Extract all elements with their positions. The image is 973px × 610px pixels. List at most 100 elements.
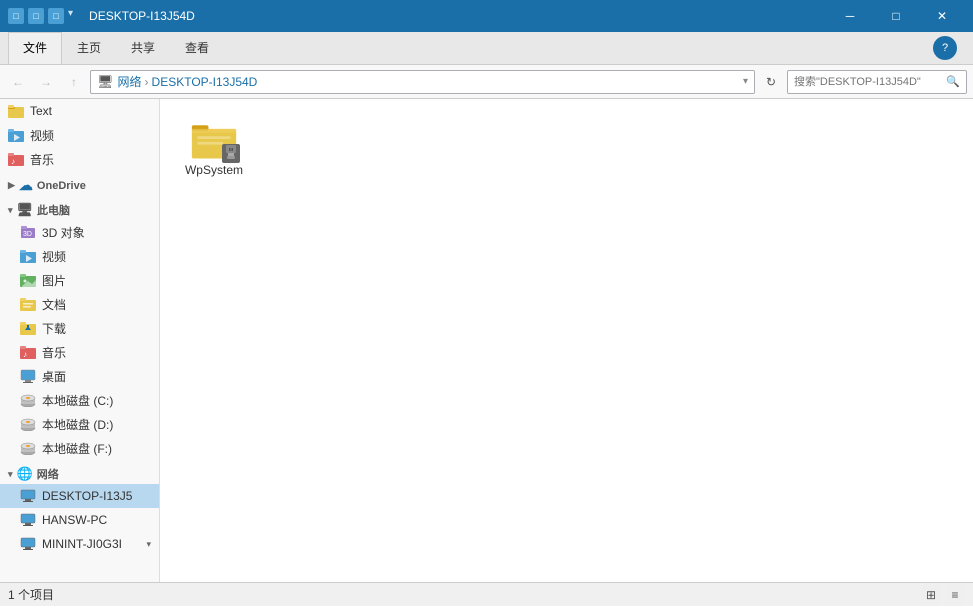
diskf-icon — [20, 440, 36, 456]
network-icon: 🌐 — [17, 466, 33, 482]
video-icon-1 — [8, 127, 24, 143]
sidebar-label-music2: 音乐 — [42, 344, 66, 361]
sidebar-item-downloads[interactable]: 下载 — [0, 316, 159, 340]
title-bar: □ □ □ ▾ DESKTOP-I13J54D ─ □ ✕ — [0, 0, 973, 32]
app-icon-3: □ — [48, 8, 64, 24]
address-bar: ← → ↑ 🖥 网络 › DESKTOP-I13J54D ▾ ↻ 🔍 — [0, 65, 973, 99]
back-button[interactable]: ← — [6, 70, 30, 94]
path-computer-icon: 🖥 — [97, 74, 114, 90]
close-button[interactable]: ✕ — [919, 0, 965, 32]
folder-item-wpsystem[interactable]: WpSystem — [174, 113, 254, 183]
music-icon-1: ♪ — [8, 151, 24, 167]
sidebar-item-diskc[interactable]: 本地磁盘 (C:) — [0, 388, 159, 412]
sidebar-item-documents[interactable]: 文档 — [0, 292, 159, 316]
window-title: DESKTOP-I13J54D — [89, 9, 827, 23]
sidebar-section-thispc[interactable]: ▾ 🖥 此电脑 — [0, 196, 159, 220]
title-bar-arrow: ▾ — [68, 8, 73, 24]
wpsystem-icon-wrap — [190, 119, 238, 161]
search-input[interactable] — [794, 76, 946, 88]
sidebar-item-desktop[interactable]: 桌面 — [0, 364, 159, 388]
sidebar-label-diskd: 本地磁盘 (D:) — [42, 416, 113, 433]
minimize-button[interactable]: ─ — [827, 0, 873, 32]
svg-text:♪: ♪ — [11, 157, 15, 166]
wpsystem-label: WpSystem — [185, 163, 243, 177]
tab-file[interactable]: 文件 — [8, 32, 62, 64]
sidebar-item-video1[interactable]: 视频 — [0, 123, 159, 147]
main-layout: Text 视频 ♪ 音乐 — [0, 99, 973, 582]
status-count: 1 个项目 — [8, 586, 54, 603]
sidebar-item-minint[interactable]: MININT-JI0G3I ▾ — [0, 532, 159, 556]
sidebar-label-music1: 音乐 — [30, 151, 54, 168]
sidebar-label-minint: MININT-JI0G3I — [42, 537, 122, 551]
sidebar-label-desktop-i13j54d: DESKTOP-I13J5 — [42, 489, 132, 503]
sidebar-label-pictures: 图片 — [42, 272, 66, 289]
sidebar-item-text[interactable]: Text — [0, 99, 159, 123]
sidebar-label-video2: 视频 — [42, 248, 66, 265]
video-icon-2 — [20, 248, 36, 264]
path-desktop[interactable]: DESKTOP-I13J54D — [152, 75, 258, 89]
svg-text:3D: 3D — [23, 231, 32, 238]
sidebar-item-video2[interactable]: 视频 — [0, 244, 159, 268]
sidebar-section-onedrive[interactable]: ▶ ☁ OneDrive — [0, 171, 159, 196]
sidebar-item-hansw-pc[interactable]: HANSW-PC — [0, 508, 159, 532]
help-button[interactable]: ? — [933, 36, 957, 60]
sidebar-item-desktop-i13j54d[interactable]: DESKTOP-I13J5 — [0, 484, 159, 508]
network-arrow: ▾ — [8, 469, 13, 480]
tab-share[interactable]: 共享 — [116, 32, 170, 64]
sidebar-label-diskc: 本地磁盘 (C:) — [42, 392, 113, 409]
app-icon-1: □ — [8, 8, 24, 24]
search-icon[interactable]: 🔍 — [946, 75, 960, 88]
status-bar-right: ⊞ ≡ — [921, 585, 965, 605]
title-bar-app-icons: □ □ □ ▾ — [8, 8, 81, 24]
status-bar: 1 个项目 ⊞ ≡ — [0, 582, 973, 606]
ribbon: 文件 主页 共享 查看 ? — [0, 32, 973, 65]
computer-sm-icon-3 — [20, 536, 36, 552]
thispc-arrow: ▾ — [8, 205, 13, 216]
usb-badge — [222, 144, 240, 163]
sidebar-item-pictures[interactable]: 图片 — [0, 268, 159, 292]
maximize-button[interactable]: □ — [873, 0, 919, 32]
downloads-icon — [20, 320, 36, 336]
refresh-button[interactable]: ↻ — [759, 70, 783, 94]
sidebar-label-onedrive: OneDrive — [37, 180, 86, 192]
view-icon-button[interactable]: ⊞ — [921, 585, 941, 605]
folder-icon — [8, 103, 24, 119]
onedrive-cloud-icon: ☁ — [19, 177, 33, 194]
path-network[interactable]: 网络 — [118, 73, 142, 90]
pictures-icon — [20, 272, 36, 288]
sidebar-label-diskf: 本地磁盘 (F:) — [42, 440, 112, 457]
app-icon-2: □ — [28, 8, 44, 24]
sidebar-item-diskf[interactable]: 本地磁盘 (F:) — [0, 436, 159, 460]
tab-home[interactable]: 主页 — [62, 32, 116, 64]
sidebar-item-diskd[interactable]: 本地磁盘 (D:) — [0, 412, 159, 436]
sidebar-section-network[interactable]: ▾ 🌐 网络 — [0, 460, 159, 484]
sidebar-label-network: 网络 — [37, 466, 59, 482]
sidebar-item-music1[interactable]: ♪ 音乐 — [0, 147, 159, 171]
sidebar-label-desktop: 桌面 — [42, 368, 66, 385]
sidebar-label-hansw-pc: HANSW-PC — [42, 513, 107, 527]
sidebar-label-3dobjects: 3D 对象 — [42, 224, 85, 241]
sidebar-more-arrow: ▾ — [146, 539, 151, 550]
forward-button[interactable]: → — [34, 70, 58, 94]
up-button[interactable]: ↑ — [62, 70, 86, 94]
sidebar-label-thispc: 此电脑 — [37, 202, 70, 218]
tab-view[interactable]: 查看 — [170, 32, 224, 64]
ribbon-tabs: 文件 主页 共享 查看 ? — [0, 32, 973, 64]
content-area: WpSystem — [160, 99, 973, 582]
search-box[interactable]: 🔍 — [787, 70, 967, 94]
path-dropdown[interactable]: ▾ — [743, 76, 748, 87]
sidebar-item-music2[interactable]: ♪ 音乐 — [0, 340, 159, 364]
sidebar: Text 视频 ♪ 音乐 — [0, 99, 160, 582]
sidebar-label-text: Text — [30, 104, 52, 118]
sidebar-label-video1: 视频 — [30, 127, 54, 144]
diskc-icon — [20, 392, 36, 408]
documents-icon — [20, 296, 36, 312]
computer-sm-icon-2 — [20, 512, 36, 528]
view-list-button[interactable]: ≡ — [945, 585, 965, 605]
address-path[interactable]: 🖥 网络 › DESKTOP-I13J54D ▾ — [90, 70, 755, 94]
sidebar-item-3dobjects[interactable]: 3D 3D 对象 — [0, 220, 159, 244]
computer-sm-icon-1 — [20, 488, 36, 504]
desktop-icon — [20, 368, 36, 384]
path-sep-1: › — [145, 75, 149, 89]
3d-icon: 3D — [20, 224, 36, 240]
